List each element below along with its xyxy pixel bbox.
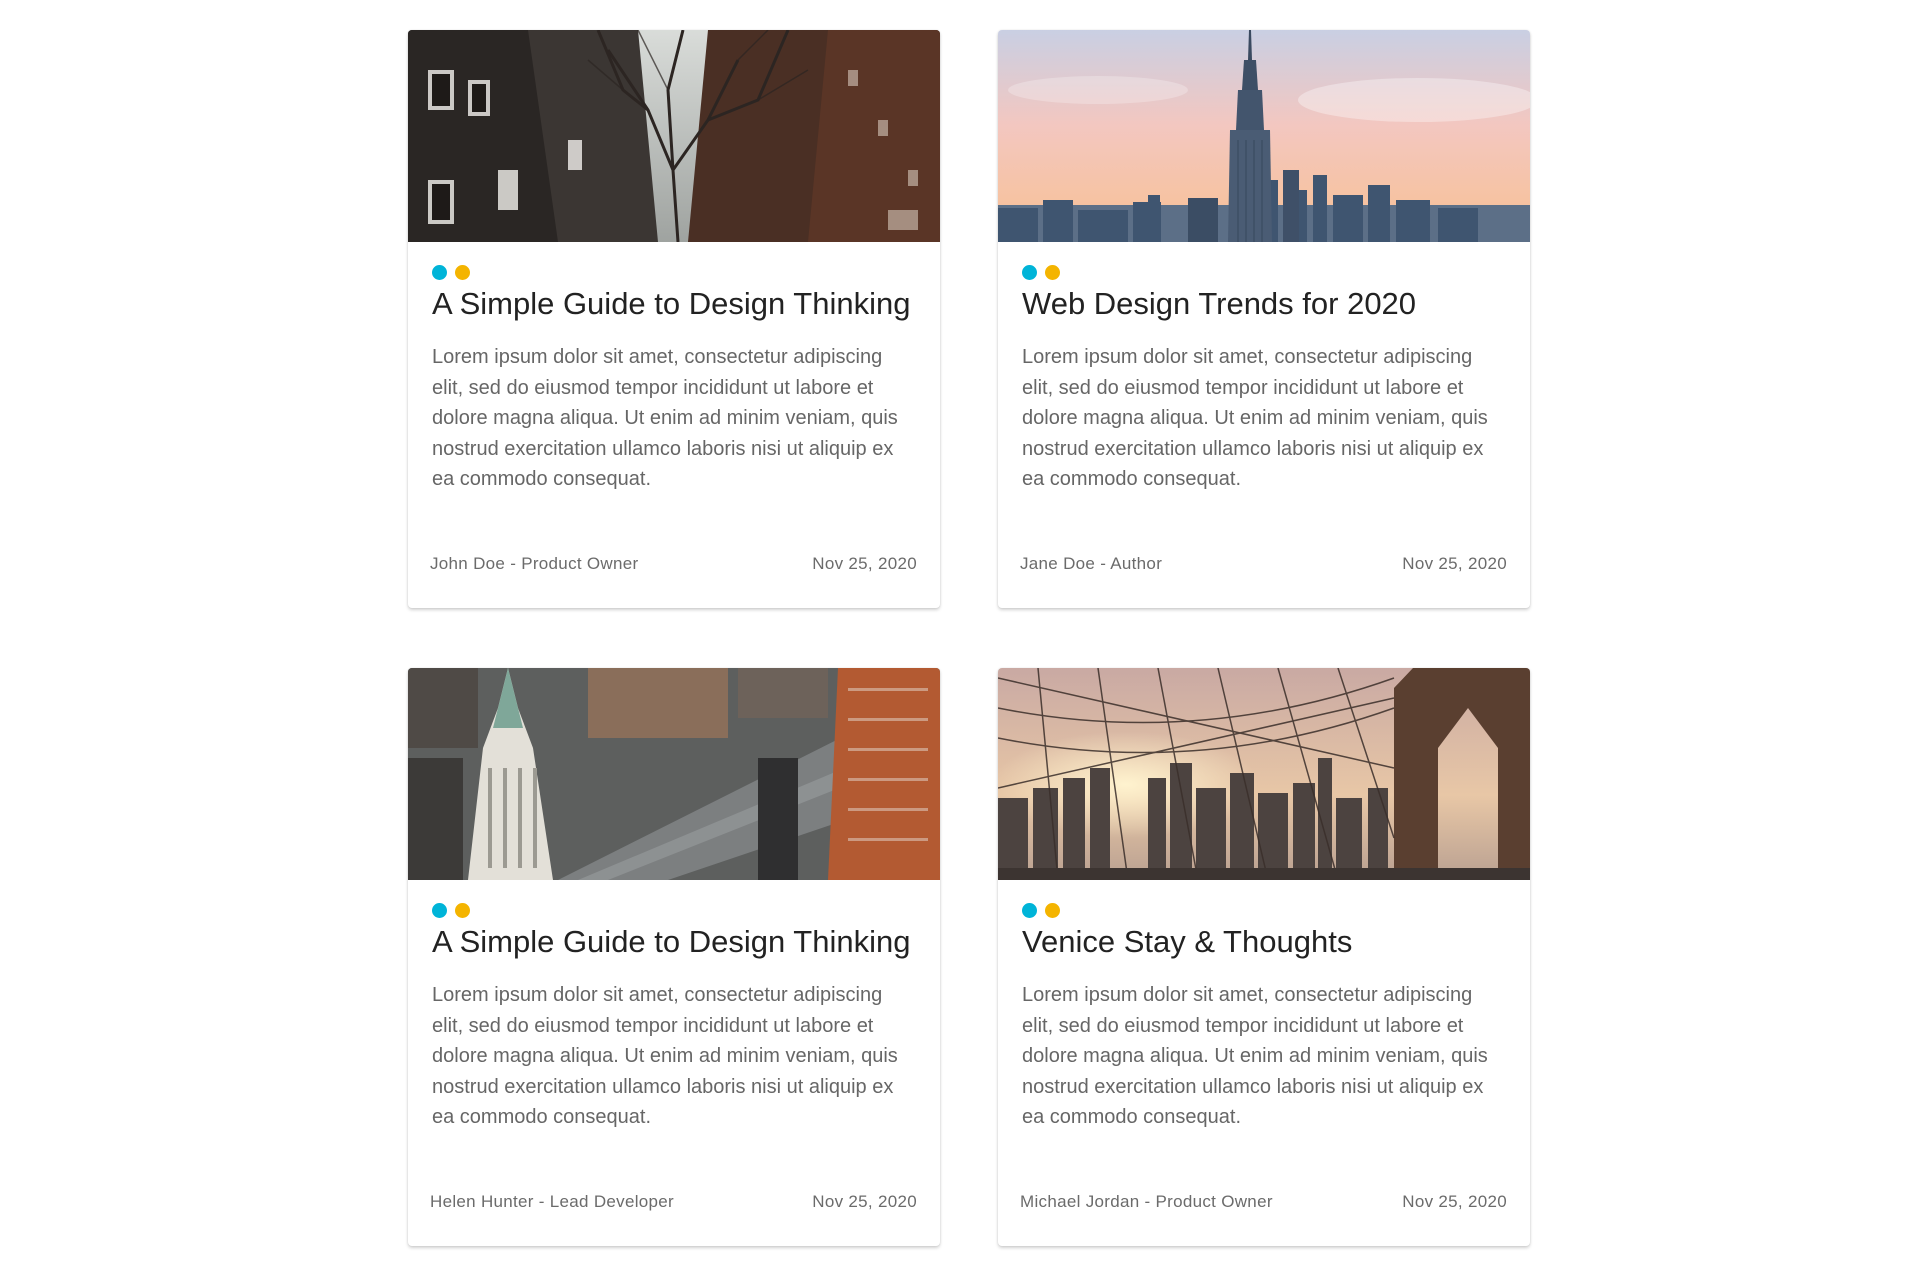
author-role: Product Owner <box>1155 1192 1273 1211</box>
card-footer: Michael Jordan - Product Owner Nov 25, 2… <box>1020 1192 1507 1212</box>
card-footer: John Doe - Product Owner Nov 25, 2020 <box>430 554 917 574</box>
card-excerpt: Lorem ipsum dolor sit amet, consectetur … <box>432 346 898 490</box>
author-name: Helen Hunter <box>430 1192 534 1211</box>
author-role: Lead Developer <box>549 1192 675 1211</box>
card-byline: Jane Doe - Author <box>1020 554 1163 573</box>
author-name: Michael Jordan <box>1020 1192 1140 1211</box>
author-name: Jane Doe <box>1020 554 1096 573</box>
post-date: Nov 25, 2020 <box>812 554 917 573</box>
aerial-city-photo[interactable] <box>408 668 940 880</box>
card-byline: Michael Jordan - Product Owner <box>1020 1192 1273 1211</box>
author-name: John Doe <box>430 554 506 573</box>
blog-card-grid: A Simple Guide to Design Thinking Lorem … <box>408 30 1530 1246</box>
blog-card[interactable]: Web Design Trends for 2020 Lorem ipsum d… <box>998 30 1530 608</box>
category-dot-primary <box>432 902 447 918</box>
card-byline: Helen Hunter - Lead Developer <box>430 1192 675 1211</box>
card-footer: Helen Hunter - Lead Developer Nov 25, 20… <box>430 1192 917 1212</box>
category-dot-primary <box>432 264 447 280</box>
category-dot-secondary <box>1045 264 1060 280</box>
card-title[interactable]: A Simple Guide to Design Thinking <box>432 284 916 324</box>
card-footer: Jane Doe - Author Nov 25, 2020 <box>1020 554 1507 574</box>
blog-card[interactable]: Venice Stay & Thoughts Lorem ipsum dolor… <box>998 668 1530 1246</box>
category-dots <box>1022 902 1506 918</box>
card-title[interactable]: A Simple Guide to Design Thinking <box>432 922 916 962</box>
card-byline: John Doe - Product Owner <box>430 554 639 573</box>
card-title[interactable]: Web Design Trends for 2020 <box>1022 284 1506 324</box>
category-dots <box>1022 264 1506 280</box>
category-dot-secondary <box>455 264 470 280</box>
post-date: Nov 25, 2020 <box>812 1192 917 1211</box>
card-title[interactable]: Venice Stay & Thoughts <box>1022 922 1506 962</box>
card-excerpt: Lorem ipsum dolor sit amet, consectetur … <box>1022 346 1488 490</box>
blog-card[interactable]: A Simple Guide to Design Thinking Lorem … <box>408 30 940 608</box>
category-dot-primary <box>1022 902 1037 918</box>
category-dot-secondary <box>455 902 470 918</box>
post-date: Nov 25, 2020 <box>1402 554 1507 573</box>
card-excerpt: Lorem ipsum dolor sit amet, consectetur … <box>432 984 898 1128</box>
category-dot-primary <box>1022 264 1037 280</box>
blog-card[interactable]: A Simple Guide to Design Thinking Lorem … <box>408 668 940 1246</box>
author-role: Product Owner <box>521 554 639 573</box>
author-role: Author <box>1110 554 1163 573</box>
category-dots <box>432 264 916 280</box>
card-excerpt: Lorem ipsum dolor sit amet, consectetur … <box>1022 984 1488 1128</box>
category-dots <box>432 902 916 918</box>
category-dot-secondary <box>1045 902 1060 918</box>
bridge-cables-photo[interactable] <box>998 668 1530 880</box>
post-date: Nov 25, 2020 <box>1402 1192 1507 1211</box>
skyline-sunset-photo[interactable] <box>998 30 1530 242</box>
snowy-street-photo[interactable] <box>408 30 940 242</box>
